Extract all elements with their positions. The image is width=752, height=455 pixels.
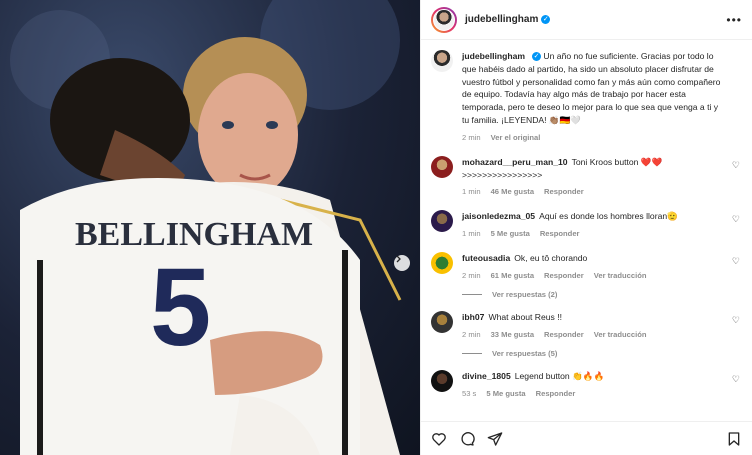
verified-badge-icon: ✓ [532, 52, 542, 62]
comment-icon[interactable] [459, 431, 475, 447]
comment-likes[interactable]: 5 Me gusta [491, 229, 530, 238]
post-sidebar: judebellingham ✓ ••• judebellingham ✓ Un … [420, 0, 752, 455]
comment-time: 53 s [462, 388, 477, 398]
instagram-post: BELLINGHAM 5 judebellingham ✓ ••• judebe… [0, 0, 752, 455]
comment-heart-icon[interactable]: ♡ [732, 256, 740, 267]
comment-text: Aquí es donde los hombres lloran🫡 [539, 211, 678, 222]
chevron-right-icon [396, 255, 401, 263]
caption-time: 2 min [462, 132, 481, 142]
verified-badge-icon: ✓ [541, 15, 551, 24]
commenter-avatar[interactable] [431, 369, 453, 392]
comment-item: mohazard__peru_man_10 Toni Kroos button ❤… [431, 155, 740, 197]
comments-list[interactable]: judebellingham ✓ Un año no fue suficiente… [421, 40, 752, 421]
comment-time: 1 min [462, 229, 481, 239]
comment-username[interactable]: divine_1805 [462, 371, 511, 381]
comment-username[interactable]: mohazard__peru_man_10 [462, 157, 568, 167]
comment-heart-icon[interactable]: ♡ [732, 214, 740, 225]
caption: judebellingham ✓ Un año no fue suficiente… [431, 50, 740, 142]
comment-text: What about Reus !! [488, 311, 563, 322]
jersey-number: 5 [150, 246, 211, 369]
comment-time: 1 min [462, 187, 481, 197]
comment-heart-icon[interactable]: ♡ [732, 160, 740, 171]
caption-text: Un año no fue suficiente. Gracias por to… [462, 51, 721, 125]
comment-heart-icon[interactable]: ♡ [732, 374, 740, 385]
caption-username[interactable]: judebellingham [462, 51, 525, 61]
author-username[interactable]: judebellingham [465, 14, 538, 25]
more-options-icon[interactable]: ••• [726, 13, 742, 27]
comment-time: 2 min [462, 270, 481, 280]
comment-username[interactable]: futeousadia [462, 253, 510, 263]
post-header: judebellingham ✓ ••• [421, 0, 752, 40]
post-actions-bar [421, 421, 752, 455]
comment-item: futeousadia Ok, eu tô chorando 2 min 61 M… [431, 252, 740, 280]
share-icon[interactable] [487, 431, 503, 447]
comment-item: divine_1805 Legend button 👏🔥🔥 53 s 5 Me g… [431, 369, 740, 398]
comment-likes[interactable]: 33 Me gusta [491, 330, 534, 339]
comment-likes[interactable]: 46 Me gusta [491, 187, 534, 196]
comment-username[interactable]: jaisonledezma_05 [462, 211, 535, 221]
bookmark-icon[interactable] [726, 431, 742, 447]
view-replies-button[interactable]: Ver respuestas (5) [462, 349, 740, 358]
comment-text: Legend button 👏🔥🔥 [514, 370, 605, 381]
translate-link[interactable]: Ver traducción [594, 330, 647, 339]
caption-avatar[interactable] [431, 50, 453, 72]
commenter-avatar[interactable] [431, 252, 453, 275]
reply-button[interactable]: Responder [540, 229, 580, 238]
comment-heart-icon[interactable]: ♡ [732, 315, 740, 326]
commenter-avatar[interactable] [431, 210, 453, 233]
commenter-avatar[interactable] [431, 155, 453, 178]
comment-item: jaisonledezma_05 Aquí es donde los hombre… [431, 210, 740, 238]
reply-button[interactable]: Responder [536, 389, 576, 398]
comment-username[interactable]: ibh07 [462, 312, 484, 322]
reply-button[interactable]: Responder [544, 187, 584, 196]
comment-likes[interactable]: 61 Me gusta [491, 271, 534, 280]
post-photo[interactable]: BELLINGHAM 5 [0, 0, 420, 455]
heart-icon[interactable] [431, 431, 447, 447]
photo-illustration: BELLINGHAM 5 [10, 0, 402, 455]
comment-time: 2 min [462, 329, 481, 339]
next-photo-button[interactable] [394, 255, 410, 271]
view-replies-button[interactable]: Ver respuestas (2) [462, 290, 740, 299]
comment-item: ibh07 What about Reus !! 2 min 33 Me gust… [431, 310, 740, 339]
translate-link[interactable]: Ver traducción [594, 271, 647, 280]
author-avatar[interactable] [431, 6, 457, 33]
comment-likes[interactable]: 5 Me gusta [486, 389, 525, 398]
comment-text: Ok, eu tô chorando [514, 253, 588, 264]
reply-button[interactable]: Responder [544, 330, 584, 339]
reply-button[interactable]: Responder [544, 271, 584, 280]
see-original-link[interactable]: Ver el original [491, 133, 541, 142]
commenter-avatar[interactable] [431, 310, 453, 333]
